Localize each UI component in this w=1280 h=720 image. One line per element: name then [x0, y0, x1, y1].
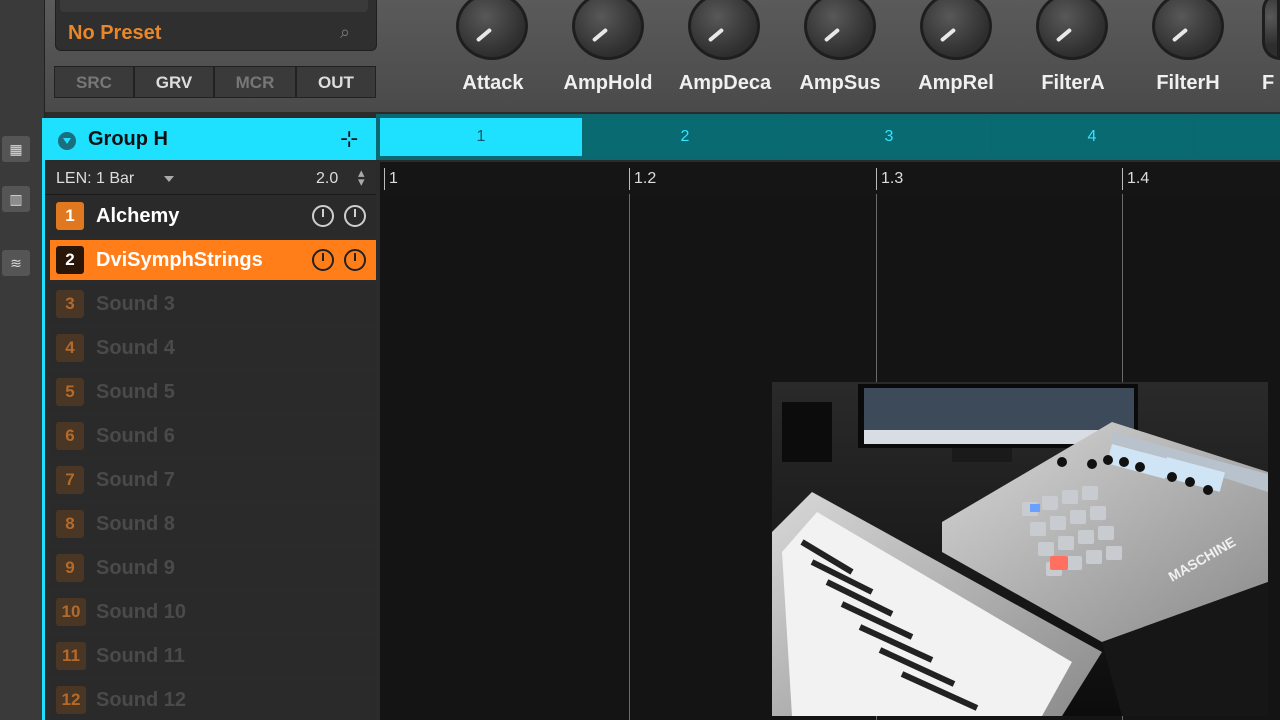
sound-name: Sound 3 [96, 293, 175, 315]
sound-number: 4 [56, 334, 84, 362]
sound-name: Sound 5 [96, 381, 175, 403]
camera-overlay: MASCHINE [772, 382, 1268, 716]
group-accent-bar [42, 118, 45, 720]
sound-number: 7 [56, 466, 84, 494]
sound-slot-4[interactable]: 4 Sound 4 [50, 328, 376, 368]
amprel-label: AmpRel [918, 72, 994, 94]
pattern-4[interactable]: 4 [992, 118, 1192, 156]
sound-slot-1[interactable]: 1 Alchemy [50, 196, 376, 236]
sound-number: 12 [56, 686, 86, 714]
search-icon[interactable]: ⌕ [340, 22, 362, 44]
move-icon[interactable]: ⊹ [340, 126, 358, 152]
ampsus-label: AmpSus [799, 72, 881, 94]
partial-knob[interactable] [1262, 0, 1280, 60]
sound-number: 11 [56, 642, 86, 670]
pattern-5-partial[interactable] [1196, 118, 1280, 156]
sound-name: Sound 12 [96, 689, 187, 711]
ampdecay-label: AmpDeca [678, 72, 772, 94]
partial-knob-label: F [1262, 72, 1275, 94]
filtera-label: FilterA [1041, 72, 1105, 94]
ruler-mark-2: 1.2 [629, 168, 656, 190]
sound-slot-9[interactable]: 9 Sound 9 [50, 548, 376, 588]
tab-grv[interactable]: GRV [134, 66, 214, 98]
sound-name: Sound 6 [96, 425, 175, 447]
length-value[interactable]: 2.0 [316, 170, 338, 188]
ruler-mark-1: 1 [384, 168, 398, 190]
pan-knob-icon[interactable] [344, 249, 366, 271]
sound-number: 8 [56, 510, 84, 538]
tab-out[interactable]: OUT [296, 66, 376, 98]
sound-name: DviSymphStrings [96, 249, 263, 271]
volume-knob-icon[interactable] [312, 205, 334, 227]
sound-slot-11[interactable]: 11 Sound 11 [50, 636, 376, 676]
sound-number: 10 [56, 598, 86, 626]
sound-number: 9 [56, 554, 84, 582]
pattern-3[interactable]: 3 [788, 118, 990, 156]
stepper-icon[interactable]: ▴ ▾ [358, 166, 365, 188]
sound-number: 3 [56, 290, 84, 318]
ruler-mark-3: 1.3 [876, 168, 903, 190]
sound-number: 6 [56, 422, 84, 450]
pattern-1[interactable]: 1 [380, 118, 582, 156]
pattern-2[interactable]: 2 [584, 118, 786, 156]
sound-number: 2 [56, 246, 84, 274]
attack-label: Attack [462, 72, 524, 94]
preset-name: No Preset [68, 22, 162, 44]
sound-slot-3[interactable]: 3 Sound 3 [50, 284, 376, 324]
tab-mcr[interactable]: MCR [214, 66, 296, 98]
chevron-down-icon[interactable] [164, 176, 174, 182]
sound-name: Sound 8 [96, 513, 175, 535]
beat-line [629, 194, 630, 720]
sound-name: Sound 11 [96, 645, 185, 667]
grid-view-icon[interactable]: ▦ [2, 136, 30, 162]
keyboard-view-icon[interactable]: ▥ [2, 186, 30, 212]
sound-name: Alchemy [96, 205, 180, 227]
amphold-label: AmpHold [563, 72, 653, 94]
sound-slot-10[interactable]: 10 Sound 10 [50, 592, 376, 632]
preset-display-top [60, 0, 368, 12]
length-select[interactable]: LEN: 1 Bar [56, 170, 134, 188]
sound-slot-5[interactable]: 5 Sound 5 [50, 372, 376, 412]
sound-slot-8[interactable]: 8 Sound 8 [50, 504, 376, 544]
group-dropdown-icon[interactable] [58, 132, 76, 150]
sound-name: Sound 4 [96, 337, 175, 359]
tab-src[interactable]: SRC [54, 66, 134, 98]
sound-name: Sound 10 [96, 601, 187, 623]
volume-knob-icon[interactable] [312, 249, 334, 271]
filterh-label: FilterH [1156, 72, 1220, 94]
sound-slot-6[interactable]: 6 Sound 6 [50, 416, 376, 456]
sound-name: Sound 7 [96, 469, 175, 491]
group-name: Group H [88, 128, 168, 150]
waveform-view-icon[interactable]: ≋ [2, 250, 30, 276]
sound-name: Sound 9 [96, 557, 175, 579]
left-tool-strip [0, 0, 45, 720]
sound-slot-2[interactable]: 2 DviSymphStrings [50, 240, 376, 280]
studio-photo: MASCHINE [772, 382, 1268, 716]
sound-number: 1 [56, 202, 84, 230]
pan-knob-icon[interactable] [344, 205, 366, 227]
sound-slot-12[interactable]: 12 Sound 12 [50, 680, 376, 720]
sound-number: 5 [56, 378, 84, 406]
ruler-mark-4: 1.4 [1122, 168, 1149, 190]
sound-slot-7[interactable]: 7 Sound 7 [50, 460, 376, 500]
